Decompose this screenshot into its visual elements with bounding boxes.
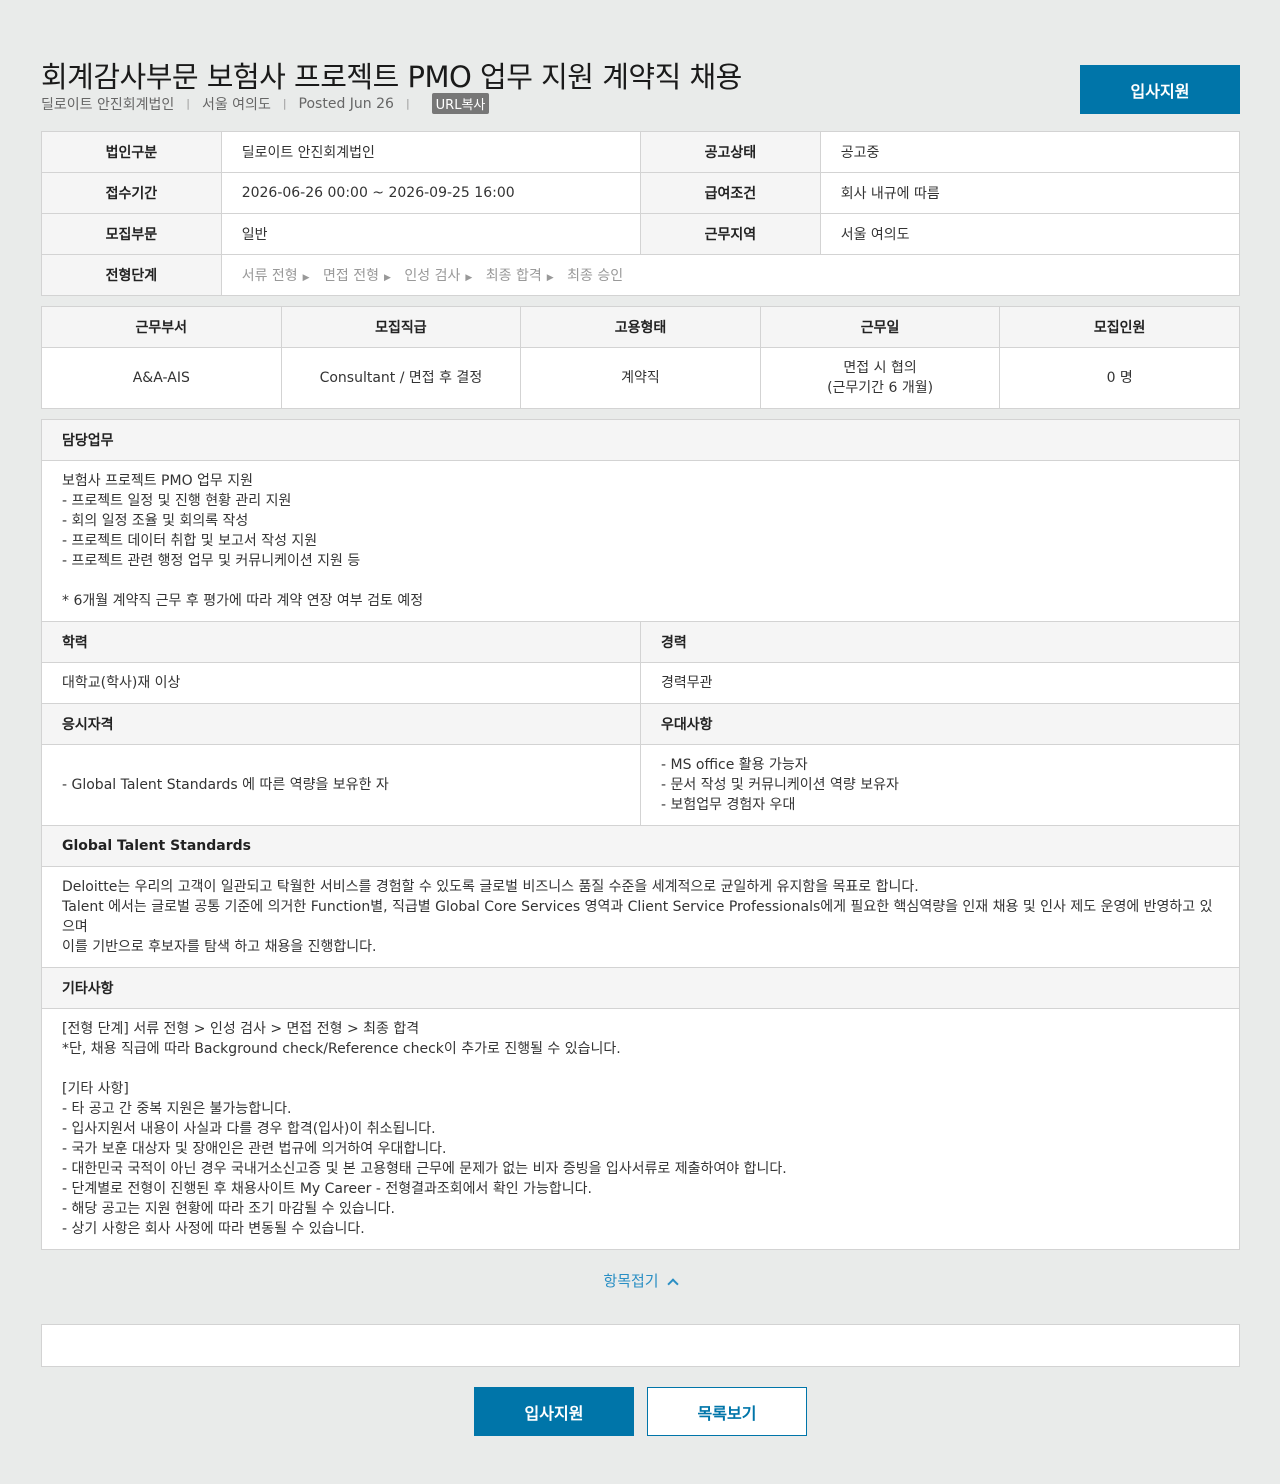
career-value: 경력무관 [640,662,1240,704]
gts-text: Deloitte는 우리의 고객이 일관되고 탁월한 서비스를 경험할 수 있도… [41,866,1240,968]
page-title: 회계감사부문 보험사 프로젝트 PMO 업무 지원 계약직 채용 [41,60,742,94]
step-item: 인성 검사 [404,268,461,284]
cell-grade: Consultant / 면접 후 결정 [280,347,522,409]
list-button[interactable]: 목록보기 [647,1387,807,1436]
col-header-dept: 근무부서 [41,306,282,348]
divider: | [405,97,410,110]
career-label: 경력 [640,621,1240,663]
cell-type: 계약직 [520,347,761,409]
workday-line-2: (근무기간 6 개월) [827,380,934,396]
edu-label: 학력 [41,621,641,663]
cell-dept: A&A-AIS [41,347,282,409]
cell-count: 0 명 [999,347,1240,409]
posted-date: Posted Jun 26 [298,95,394,112]
job-info-table: 법인구분 딜로이트 안진회계법인 공고상태 공고중 접수기간 2026-06-2… [41,131,1241,296]
steps-label: 전형단계 [41,254,222,296]
salary-value: 회사 내규에 따름 [819,172,1241,214]
caret-right-icon: ▶ [302,273,310,283]
duty-text: 보험사 프로젝트 PMO 업무 지원 - 프로젝트 일정 및 진행 현황 관리 … [41,460,1240,622]
pref-value: - MS office 활용 가능자 - 문서 작성 및 커뮤니케이션 역량 보… [640,744,1240,826]
qual-label: 응시자격 [41,703,641,745]
fold-toggle[interactable]: 항목접기 [0,1270,1280,1291]
divider: | [282,97,287,110]
area-value: 서울 여의도 [819,213,1241,255]
etc-text: [전형 단계] 서류 전형 > 인성 검사 > 면접 전형 > 최종 합격 *단… [41,1008,1240,1250]
apply-button[interactable]: 입사지원 [474,1387,634,1436]
cell-workday: 면접 시 협의 (근무기간 6 개월) [759,347,1001,409]
company-name: 딜로이트 안진회계법인 [41,96,175,113]
attachment-box [41,1324,1240,1367]
details-table: 담당업무 보험사 프로젝트 PMO 업무 지원 - 프로젝트 일정 및 진행 현… [41,419,1240,1250]
salary-label: 급여조건 [640,172,821,214]
step-item: 면접 전형 [323,268,380,284]
apply-button-top[interactable]: 입사지원 [1080,65,1240,114]
col-header-count: 모집인원 [999,306,1240,348]
qual-value: - Global Talent Standards 에 따른 역량을 보유한 자 [41,744,641,826]
caret-right-icon: ▶ [384,273,391,283]
step-item: 최종 승인 [567,268,624,284]
gts-label: Global Talent Standards [41,825,1240,867]
location-text: 서울 여의도 [201,96,271,113]
period-value: 2026-06-26 00:00 ~ 2026-09-25 16:00 [220,172,642,214]
caret-right-icon: ▶ [546,273,554,283]
corp-label: 법인구분 [41,131,222,173]
chevron-up-icon [666,1278,679,1290]
col-header-type: 고용형태 [520,306,761,348]
dept-label: 모집부문 [41,213,222,255]
workday-line-1: 면접 시 협의 [843,360,917,376]
table-row: A&A-AIS Consultant / 면접 후 결정 계약직 면접 시 협의… [41,347,1240,409]
col-header-workday: 근무일 [759,306,1001,348]
step-item: 서류 전형 [241,268,298,284]
job-meta: 딜로이트 안진회계법인 | 서울 여의도 | Posted Jun 26 | U… [41,93,490,114]
pref-label: 우대사항 [640,703,1240,745]
fold-label: 항목접기 [603,1272,659,1290]
steps-list: 서류 전형 ▶ 면접 전형 ▶ 인성 검사 ▶ 최종 합격 ▶ 최종 승인 [220,254,1241,296]
col-header-grade: 모집직급 [280,306,522,348]
area-label: 근무지역 [640,213,821,255]
caret-right-icon: ▶ [465,273,473,283]
period-label: 접수기간 [41,172,222,214]
duty-label: 담당업무 [41,419,1240,461]
edu-value: 대학교(학사)재 이상 [41,662,641,704]
dept-value: 일반 [220,213,642,255]
etc-label: 기타사항 [41,967,1240,1009]
status-value: 공고중 [819,131,1241,173]
corp-value: 딜로이트 안진회계법인 [220,131,642,173]
url-copy-button[interactable]: URL복사 [431,93,490,114]
recruit-table: 근무부서 모집직급 고용형태 근무일 모집인원 A&A-AIS Consulta… [41,306,1240,409]
step-item: 최종 합격 [485,268,542,284]
divider: | [186,97,190,110]
status-label: 공고상태 [640,131,821,173]
